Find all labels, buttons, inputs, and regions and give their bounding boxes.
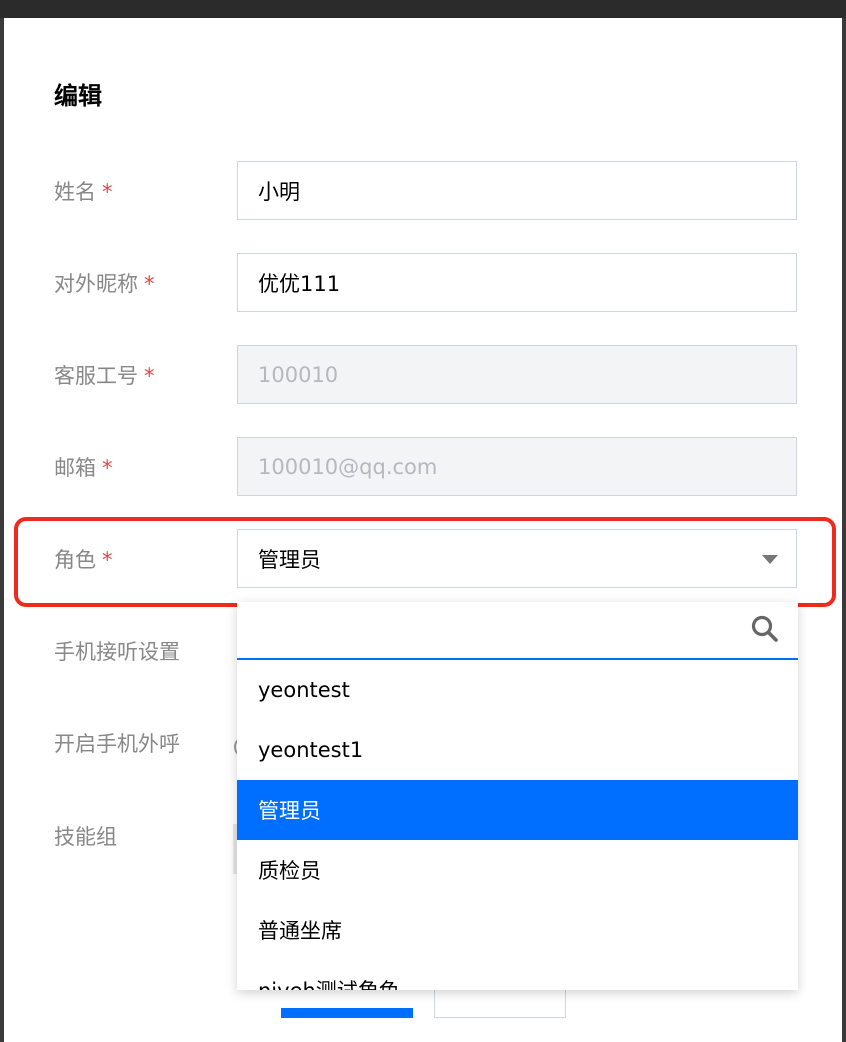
dropdown-option[interactable]: yeontest <box>237 660 798 720</box>
dropdown-options-list: yeontestyeontest1管理员质检员普通坐席niyeh测试角色 <box>237 660 798 990</box>
nickname-label: 对外昵称 * <box>54 272 155 296</box>
dropdown-search-input[interactable] <box>237 602 737 658</box>
confirm-button[interactable] <box>281 1008 413 1018</box>
search-icon[interactable] <box>750 614 780 644</box>
name-input[interactable]: 小明 <box>237 161 797 220</box>
dropdown-option[interactable]: 普通坐席 <box>237 900 798 960</box>
required-mark: * <box>144 272 155 296</box>
required-mark: * <box>102 456 113 480</box>
dropdown-option[interactable]: 管理员 <box>237 780 798 840</box>
nickname-input[interactable]: 优优111 <box>237 253 797 312</box>
phone-answer-label: 手机接听设置 <box>54 640 180 664</box>
role-dropdown: yeontestyeontest1管理员质检员普通坐席niyeh测试角色 <box>237 602 798 990</box>
phone-outbound-label: 开启手机外呼 <box>54 732 180 756</box>
skill-group-label: 技能组 <box>54 825 117 849</box>
required-mark: * <box>144 364 155 388</box>
email-label: 邮箱 * <box>54 456 113 480</box>
dropdown-search <box>237 602 798 660</box>
role-highlight-box <box>14 517 836 607</box>
required-mark: * <box>102 180 113 204</box>
window-top-strip <box>0 0 846 18</box>
dropdown-option[interactable]: niyeh测试角色 <box>237 960 798 990</box>
dropdown-option[interactable]: 质检员 <box>237 840 798 900</box>
dialog-title: 编辑 <box>54 82 102 110</box>
dropdown-option[interactable]: yeontest1 <box>237 720 798 780</box>
cancel-button[interactable] <box>434 988 566 1018</box>
email-input: 100010@qq.com <box>237 437 797 496</box>
staff-id-label: 客服工号 * <box>54 364 155 388</box>
name-label: 姓名 * <box>54 180 113 204</box>
staff-id-input: 100010 <box>237 345 797 404</box>
